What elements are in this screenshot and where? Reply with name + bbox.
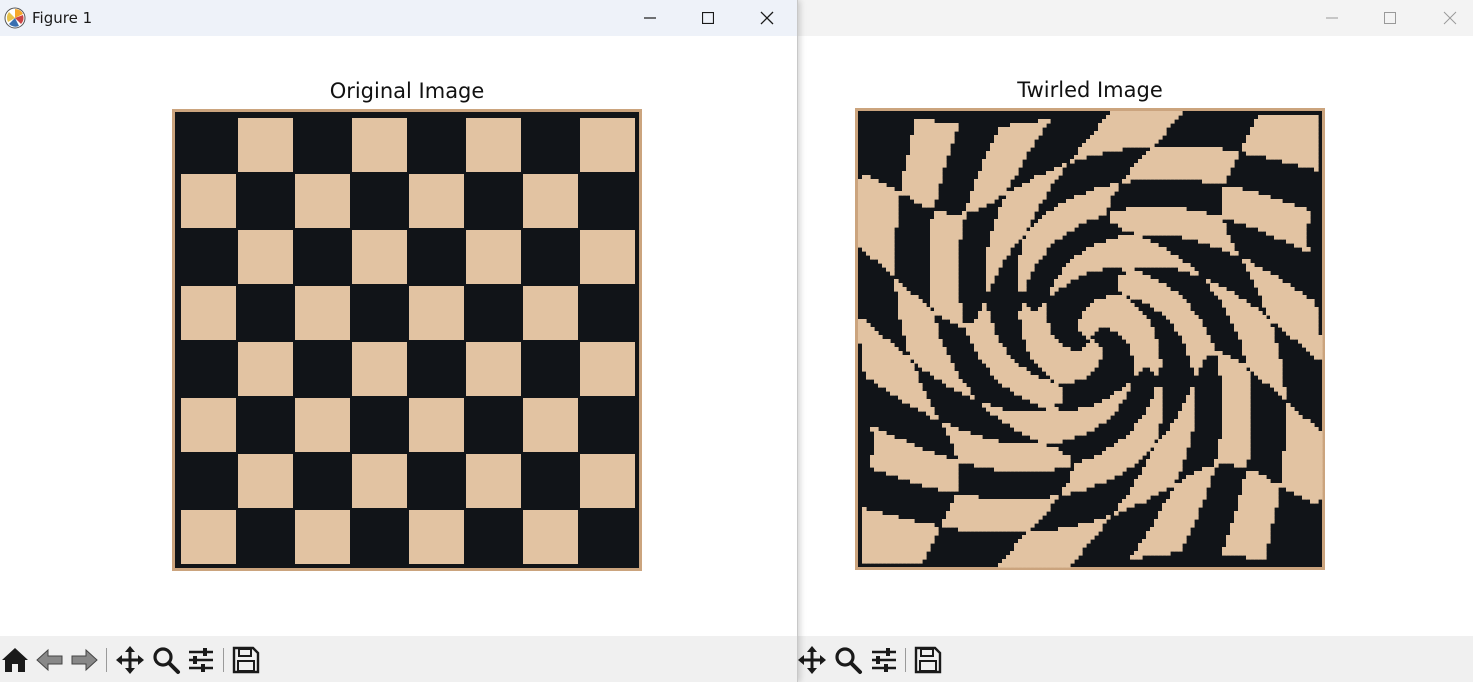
matplotlib-icon bbox=[4, 7, 26, 29]
save-button[interactable] bbox=[231, 645, 261, 675]
forward-arrow-icon bbox=[71, 648, 98, 672]
toolbar-separator bbox=[223, 648, 224, 672]
figure-canvas[interactable]: Original Image bbox=[0, 36, 797, 636]
minimize-icon bbox=[644, 17, 656, 19]
maximize-button[interactable] bbox=[1367, 0, 1413, 36]
maximize-button[interactable] bbox=[685, 0, 731, 36]
configure-subplots-button[interactable] bbox=[869, 645, 899, 675]
save-icon bbox=[232, 646, 260, 674]
close-icon bbox=[760, 11, 774, 25]
save-icon bbox=[914, 646, 942, 674]
pan-icon bbox=[116, 646, 144, 674]
zoom-icon bbox=[153, 647, 180, 674]
zoom-button[interactable] bbox=[833, 645, 863, 675]
close-icon bbox=[1443, 11, 1457, 25]
zoom-button[interactable] bbox=[151, 645, 181, 675]
close-button[interactable] bbox=[1427, 0, 1473, 36]
back-arrow-icon bbox=[36, 648, 63, 672]
configure-subplots-button[interactable] bbox=[186, 645, 216, 675]
maximize-icon bbox=[702, 12, 714, 24]
title-bar[interactable] bbox=[797, 0, 1473, 36]
zoom-icon bbox=[835, 647, 862, 674]
save-button[interactable] bbox=[913, 645, 943, 675]
pan-icon bbox=[798, 646, 826, 674]
original-image bbox=[172, 109, 642, 571]
axes-title: Original Image bbox=[329, 79, 485, 103]
close-button[interactable] bbox=[744, 0, 790, 36]
pan-button[interactable] bbox=[797, 645, 827, 675]
figure-window[interactable]: Figure 1 Original Image bbox=[0, 0, 798, 682]
toolbar-separator bbox=[106, 648, 107, 672]
window-title: Figure 1 bbox=[32, 9, 93, 27]
title-bar[interactable]: Figure 1 bbox=[0, 0, 797, 36]
minimize-button[interactable] bbox=[627, 0, 673, 36]
minimize-button[interactable] bbox=[1309, 0, 1355, 36]
maximize-icon bbox=[1384, 12, 1396, 24]
axes-title: Twirled Image bbox=[1017, 78, 1163, 102]
back-button[interactable] bbox=[35, 645, 65, 675]
toolbar-separator bbox=[905, 648, 906, 672]
home-icon bbox=[2, 648, 28, 672]
configure-subplots-icon bbox=[189, 648, 213, 672]
twirled-image bbox=[855, 108, 1325, 570]
navigation-toolbar bbox=[797, 636, 1473, 682]
figure-window-back[interactable]: Twirled Image bbox=[797, 0, 1473, 682]
navigation-toolbar bbox=[0, 636, 797, 682]
configure-subplots-icon bbox=[872, 648, 896, 672]
pan-button[interactable] bbox=[115, 645, 145, 675]
figure-canvas[interactable]: Twirled Image bbox=[797, 36, 1473, 636]
minimize-icon bbox=[1326, 17, 1338, 19]
home-button[interactable] bbox=[0, 645, 30, 675]
forward-button[interactable] bbox=[69, 645, 99, 675]
